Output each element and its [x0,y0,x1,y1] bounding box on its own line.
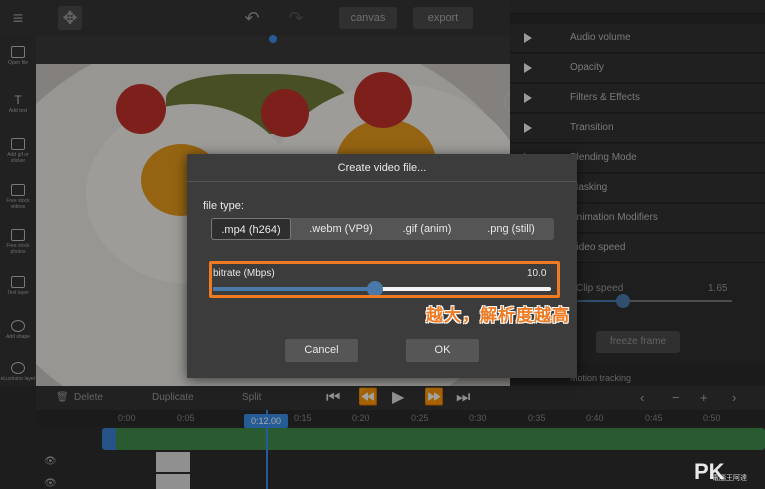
file-type-webm[interactable]: .webm (VP9) [299,218,383,240]
dialog-title: Create video file... [187,154,577,182]
file-type-png[interactable]: .png (still) [471,218,551,240]
file-type-mp4[interactable]: .mp4 (h264) [211,218,291,240]
bitrate-highlight-box [209,261,560,298]
annotation-text: 越大，解析度越高 [426,306,570,325]
file-type-selector: .mp4 (h264) .webm (VP9) .gif (anim) .png… [211,218,554,240]
create-video-dialog: Create video file... file type: .mp4 (h2… [187,154,577,378]
file-type-label: file type: [203,200,244,212]
ok-button[interactable]: OK [406,339,479,362]
watermark-subtext: 電腦王阿達 [712,475,747,482]
file-type-gif[interactable]: .gif (anim) [387,218,467,240]
cancel-button[interactable]: Cancel [285,339,358,362]
